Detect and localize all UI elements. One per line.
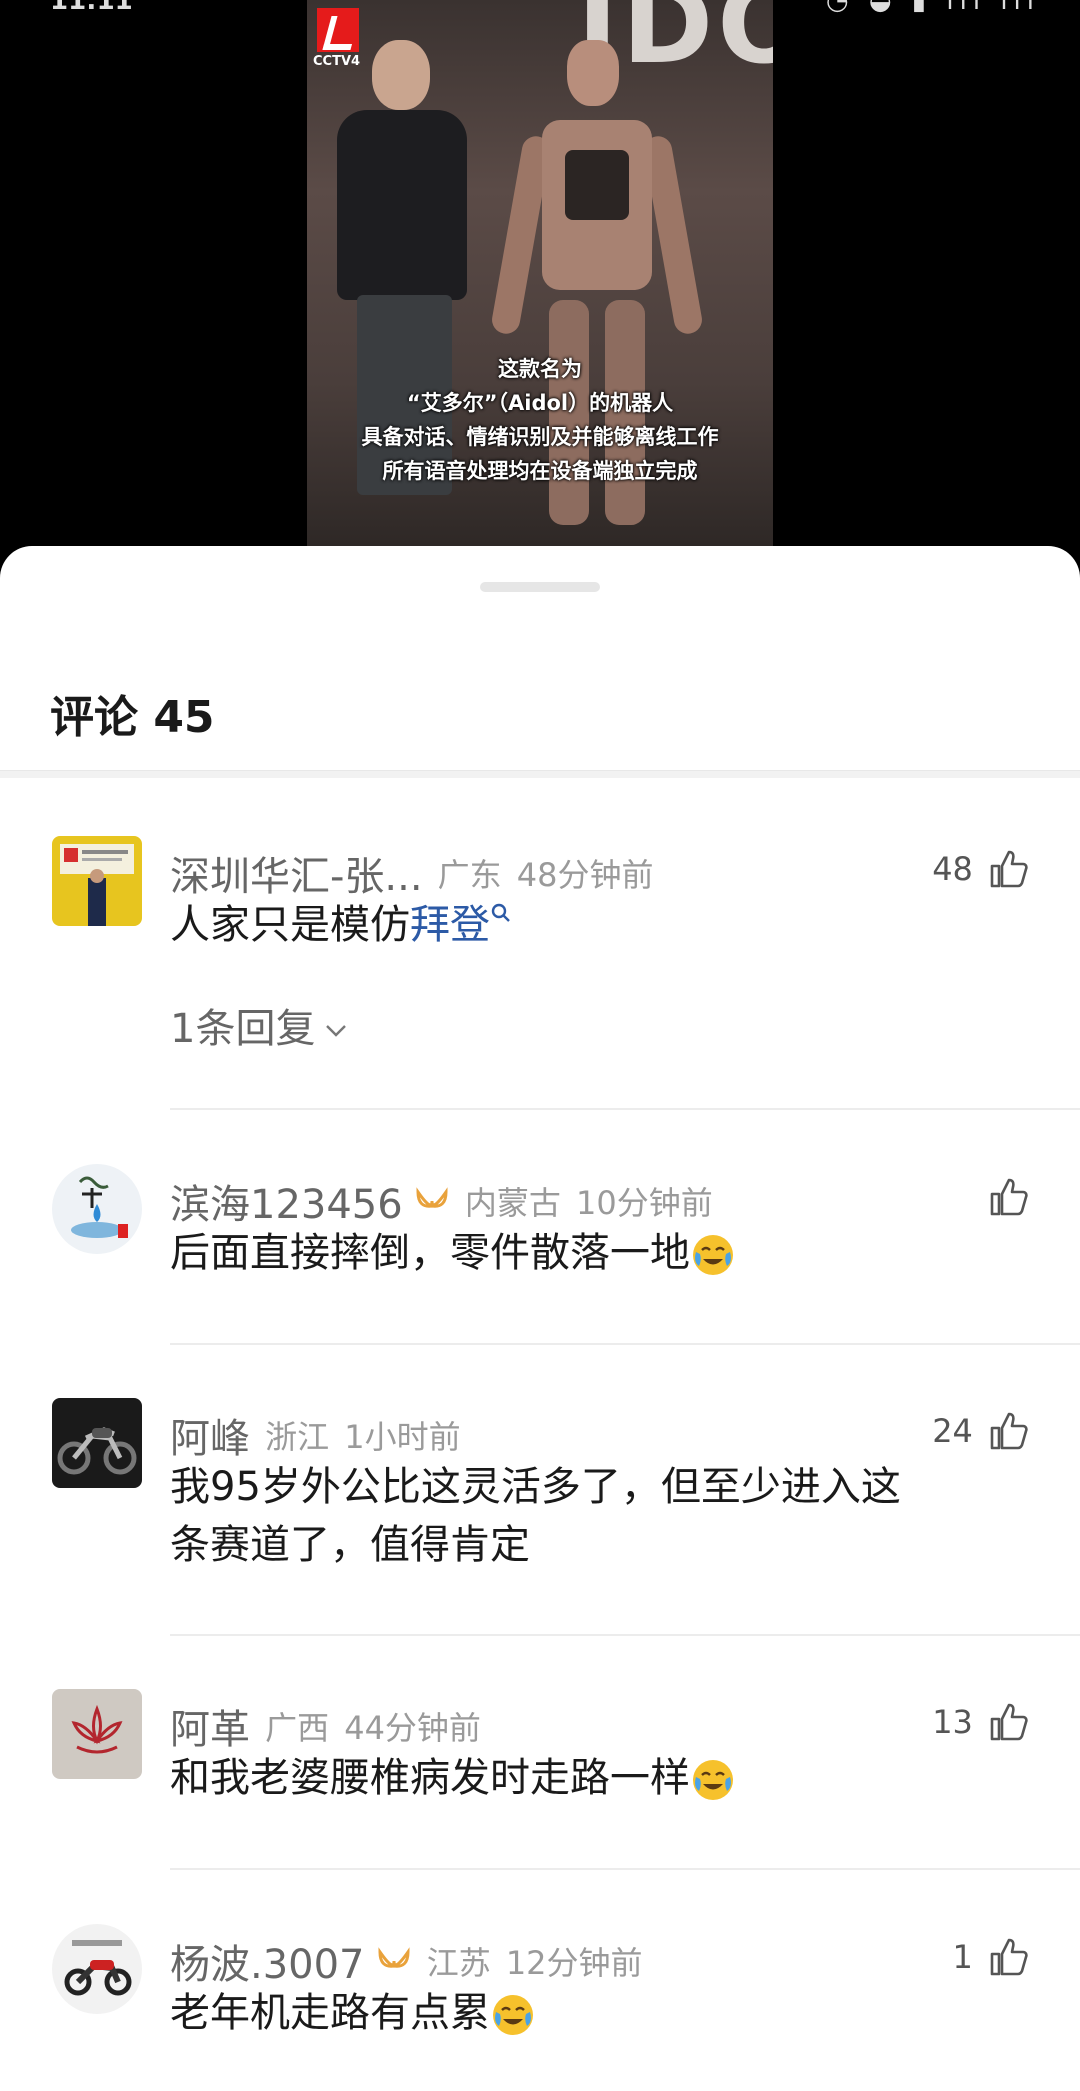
comment-text: 人家只是模仿拜登 — [170, 896, 1040, 954]
crying-laughing-emoji-icon — [693, 1760, 733, 1800]
commenter-location: 浙江 — [265, 1418, 330, 1456]
commenter-location: 内蒙古 — [464, 1184, 561, 1222]
video-subtitles: 这款名为 “艾多尔”（Aidol）的机器人 具备对话、情绪识别及并能够离线工作 … — [307, 352, 773, 488]
like-count: 24 — [932, 1412, 973, 1450]
crying-laughing-emoji-icon — [493, 1995, 533, 2035]
commenter-location: 广东 — [437, 856, 502, 894]
comment-divider — [170, 1634, 1080, 1636]
comment-time: 48分钟前 — [516, 856, 654, 894]
avatar[interactable] — [52, 1398, 142, 1488]
subtitle-line: 这款名为 — [498, 357, 582, 381]
video-player[interactable]: 11:11 ◔ ◒ ▮ ıll ıll IDOL CCTV4 这款名为 “艾多尔… — [0, 0, 1080, 560]
commenter-name[interactable]: 深圳华汇-张... — [170, 854, 423, 900]
comment-time: 1小时前 — [344, 1418, 461, 1456]
thumbs-up-icon — [990, 1412, 1028, 1450]
like-button[interactable]: 48 — [932, 848, 1030, 892]
commenter-location: 江苏 — [426, 1944, 491, 1982]
comment-header: 阿革 广西 44分钟前 — [170, 1697, 481, 1753]
status-icons: ◔ ◒ ▮ ıll ıll — [825, 0, 1040, 16]
search-icon[interactable] — [490, 902, 512, 924]
like-count: 48 — [932, 850, 973, 888]
comment-text: 后面直接摔倒，零件散落一地 — [170, 1224, 1040, 1282]
avatar[interactable] — [52, 836, 142, 926]
like-button[interactable]: 13 — [932, 1701, 1030, 1745]
topic-link[interactable]: 拜登 — [410, 902, 490, 948]
commenter-name[interactable]: 杨波.3007 — [170, 1942, 365, 1988]
thumbs-up-icon — [990, 1703, 1028, 1741]
comments-sheet: 评论 45 深圳华汇-张... 广东 48分钟前 48 人家只是模仿拜登 1条回… — [0, 546, 1080, 2091]
comment-header: 深圳华汇-张... 广东 48分钟前 — [170, 844, 654, 900]
comments-title: 评论 45 — [50, 692, 215, 743]
comment-text: 我95岁外公比这灵活多了，但至少进入这 条赛道了，值得肯定 — [170, 1464, 901, 1568]
comment-time: 12分钟前 — [505, 1944, 643, 1982]
vip-badge-icon — [416, 1187, 448, 1208]
crying-laughing-emoji-icon — [693, 1235, 733, 1275]
comment-divider — [170, 1868, 1080, 1870]
like-button[interactable] — [978, 1176, 1030, 1220]
video-frame[interactable]: IDOL CCTV4 这款名为 “艾多尔”（Aidol）的机器人 具备对话、情绪… — [307, 0, 773, 546]
avatar[interactable] — [52, 1164, 142, 1254]
replies-toggle[interactable]: 1条回复 — [170, 996, 349, 1054]
thumbs-up-icon — [990, 850, 1028, 888]
thumbs-up-icon — [990, 1178, 1028, 1216]
comment-divider — [170, 1343, 1080, 1345]
vip-badge-icon — [378, 1947, 410, 1968]
comment-header: 阿峰 浙江 1小时前 — [170, 1406, 461, 1462]
like-button[interactable]: 1 — [953, 1936, 1030, 1980]
subtitle-line: “艾多尔”（Aidol）的机器人 — [406, 391, 674, 415]
like-count: 13 — [932, 1703, 973, 1741]
comment-header: 滨海123456 内蒙古 10分钟前 — [170, 1172, 713, 1228]
avatar[interactable] — [52, 1924, 142, 2014]
commenter-name[interactable]: 阿峰 — [170, 1416, 250, 1462]
replies-count: 1条回复 — [170, 1006, 316, 1052]
status-time: 11:11 — [50, 0, 133, 16]
like-button[interactable]: 24 — [932, 1410, 1030, 1454]
comment-header: 杨波.3007 江苏 12分钟前 — [170, 1932, 643, 1988]
cctv-logo: CCTV4 — [313, 6, 365, 70]
section-divider — [0, 770, 1080, 778]
comment-divider — [170, 1108, 1080, 1110]
chevron-down-icon — [326, 1025, 347, 1037]
like-count: 1 — [952, 1938, 973, 1976]
comment-text: 老年机走路有点累 — [170, 1984, 1040, 2042]
subtitle-line: 所有语音处理均在设备端独立完成 — [382, 459, 698, 483]
avatar[interactable] — [52, 1689, 142, 1779]
drag-handle[interactable] — [480, 582, 600, 592]
commenter-name[interactable]: 阿革 — [170, 1707, 250, 1753]
commenter-name[interactable]: 滨海123456 — [170, 1182, 403, 1228]
comment-time: 10分钟前 — [576, 1184, 713, 1222]
comment-time: 44分钟前 — [344, 1709, 481, 1747]
subtitle-line: 具备对话、情绪识别及并能够离线工作 — [361, 425, 719, 449]
commenter-location: 广西 — [265, 1709, 330, 1747]
comment-text: 和我老婆腰椎病发时走路一样 — [170, 1749, 1040, 1807]
thumbs-up-icon — [990, 1938, 1028, 1976]
